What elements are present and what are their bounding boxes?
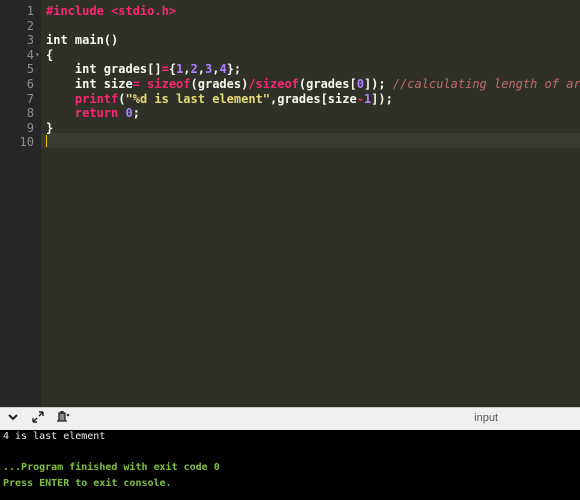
line-number: 9	[26, 120, 34, 135]
line-number: 7	[26, 91, 34, 106]
code-line-5: int grades[]={1,2,3,4};	[46, 62, 242, 77]
expand-arrows-icon[interactable]	[32, 411, 44, 426]
line-number: 1	[26, 4, 34, 18]
line-number: 5	[26, 62, 34, 77]
text-cursor	[46, 135, 47, 147]
chevron-down-icon[interactable]	[7, 411, 19, 426]
console-toolbar: input	[0, 407, 580, 431]
code-line-8: return 0;	[74, 106, 140, 121]
code-line-1: #include <stdio.h>	[46, 4, 177, 18]
console-output-line: 4 is last element	[3, 431, 106, 442]
clear-console-icon[interactable]	[56, 410, 70, 426]
code-line-9: }	[46, 120, 54, 135]
code-line-3: int main()	[46, 33, 119, 48]
input-tab[interactable]: input	[474, 412, 498, 424]
fold-arrow-icon[interactable]: ▾	[35, 48, 40, 63]
line-number: 3	[26, 33, 34, 48]
code-line-6: int size= sizeof(grades)/sizeof(grades[0…	[46, 77, 580, 92]
console-press-enter-line: Press ENTER to exit console.	[3, 478, 172, 489]
output-console[interactable]: 4 is last element ...Program finished wi…	[0, 430, 580, 500]
line-number: 4	[26, 47, 34, 62]
code-line-7: printf("%d is last element",grades[size-…	[74, 91, 393, 106]
line-number: 10	[19, 135, 34, 150]
line-number: 8	[26, 106, 34, 121]
code-line-4: {	[46, 47, 54, 62]
console-finished-line: ...Program finished with exit code 0	[3, 462, 220, 473]
code-comment: //calculating length of array	[392, 77, 580, 91]
active-line-highlight	[41, 133, 580, 148]
code-editor[interactable]: 1 2 3 4 ▾ 5 6 7 8 9 10 #include <stdio.h…	[0, 0, 580, 407]
line-number: 6	[26, 77, 34, 91]
line-number: 2	[26, 18, 34, 33]
line-number-gutter: 1 2 3 4 ▾ 5 6 7 8 9 10	[0, 0, 41, 407]
